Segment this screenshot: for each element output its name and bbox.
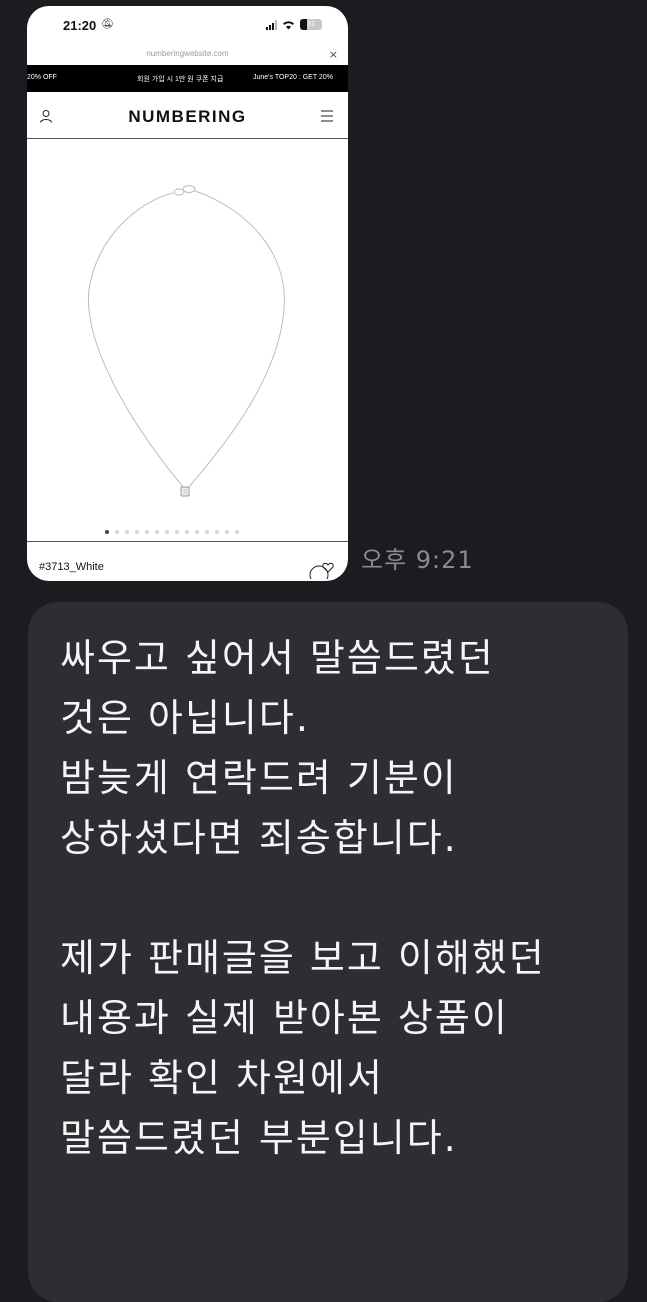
hamburger-menu-icon[interactable] xyxy=(320,109,334,123)
promo-banner[interactable]: 20% OFF 회원 가입 시 1만 원 쿠폰 지급 June's TOP20 … xyxy=(27,65,348,92)
status-bar: 21:20 🔕︎ 31 xyxy=(27,6,348,44)
promo-item: June's TOP20 : GET 20% xyxy=(253,74,333,81)
browser-url-bar[interactable]: numberingwebsite.com × xyxy=(27,46,348,64)
carousel-dot[interactable] xyxy=(105,530,109,534)
promo-item: 20% OFF xyxy=(27,74,57,81)
carousel-dot[interactable] xyxy=(155,530,159,534)
carousel-indicator[interactable] xyxy=(105,530,239,534)
cellular-signal-icon xyxy=(266,19,277,30)
carousel-dot[interactable] xyxy=(225,530,229,534)
carousel-dot[interactable] xyxy=(145,530,149,534)
url-text: numberingwebsite.com xyxy=(146,49,229,58)
status-time: 21:20 xyxy=(63,18,97,33)
carousel-dot[interactable] xyxy=(215,530,219,534)
carousel-dot[interactable] xyxy=(175,530,179,534)
divider xyxy=(27,541,348,542)
carousel-dot[interactable] xyxy=(235,530,239,534)
site-header: NUMBERING xyxy=(27,94,348,139)
carousel-dot[interactable] xyxy=(165,530,169,534)
shared-screenshot-image[interactable]: 21:20 🔕︎ 31 numberingwebsite.com × 20% O… xyxy=(27,6,348,581)
carousel-dot[interactable] xyxy=(205,530,209,534)
carousel-dot[interactable] xyxy=(195,530,199,534)
product-name: #3713_White xyxy=(39,561,104,573)
silent-bell-icon: 🔕︎ xyxy=(101,19,114,30)
necklace-product-image[interactable] xyxy=(27,139,348,529)
wifi-icon xyxy=(283,20,294,29)
carousel-dot[interactable] xyxy=(125,530,129,534)
carousel-dot[interactable] xyxy=(135,530,139,534)
carousel-dot[interactable] xyxy=(115,530,119,534)
battery-fill xyxy=(300,19,307,30)
battery-icon: 31 xyxy=(300,19,322,30)
carousel-dot[interactable] xyxy=(185,530,189,534)
message-text: 싸우고 싶어서 말씀드렸던 것은 아닙니다. 밤늦게 연락드려 기분이 상하셨다… xyxy=(60,636,546,1160)
brand-logo[interactable]: NUMBERING xyxy=(27,107,348,127)
battery-level: 31 xyxy=(307,21,315,28)
promo-item: 회원 가입 시 1만 원 쿠폰 지급 xyxy=(137,76,224,83)
close-icon[interactable]: × xyxy=(329,48,338,61)
wishlist-heart-icon[interactable] xyxy=(306,559,336,579)
message-time: 오후 9:21 xyxy=(361,546,474,574)
